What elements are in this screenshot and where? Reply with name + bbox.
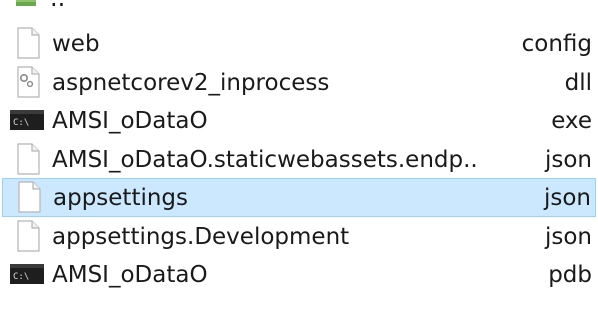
file-row-staticwebassets-json[interactable]: AMSI_oDataO.staticwebassets.endp.. json [0, 140, 598, 179]
file-extension: json [544, 146, 592, 173]
file-row-aspnetcorev2-dll[interactable]: aspnetcorev2_inprocess dll [0, 63, 598, 102]
file-row-amsi-odatao-exe[interactable]: C:\ AMSI_oDataO exe [0, 101, 598, 140]
file-extension: json [544, 223, 592, 250]
console-app-icon: C:\ [10, 264, 44, 284]
file-extension: json [543, 185, 591, 211]
file-extension: exe [551, 108, 592, 134]
file-name: aspnetcorev2_inprocess [52, 69, 330, 96]
document-icon [17, 142, 40, 175]
file-name: AMSI_oDataO.staticwebassets.endp.. [52, 146, 478, 173]
file-name: appsettings.Development [52, 223, 350, 250]
file-name: web [52, 31, 100, 57]
parent-directory-label: .. [50, 0, 65, 10]
folder-up-icon [16, 0, 36, 6]
file-extension: config [521, 31, 592, 57]
file-row-appsettings-development-json[interactable]: appsettings.Development json [0, 217, 598, 256]
file-extension: pdb [548, 262, 592, 288]
dll-gear-icon [17, 65, 40, 98]
file-extension: dll [564, 69, 592, 96]
svg-text:C:\: C:\ [13, 118, 29, 128]
file-name: appsettings [53, 185, 189, 211]
parent-directory-row[interactable]: .. [0, 0, 598, 20]
document-icon [17, 27, 40, 59]
svg-text:C:\: C:\ [13, 272, 29, 282]
file-row-web-config[interactable]: web config [0, 24, 598, 63]
file-name: AMSI_oDataO [52, 108, 208, 134]
file-list: web config aspnetcorev2_inprocess dll C:… [0, 24, 598, 294]
file-name: AMSI_oDataO [52, 262, 208, 288]
file-row-appsettings-json[interactable]: appsettings json [2, 178, 596, 217]
console-app-icon: C:\ [10, 110, 44, 130]
file-row-amsi-odatao-pdb[interactable]: C:\ AMSI_oDataO pdb [0, 255, 598, 294]
document-icon [18, 181, 41, 213]
document-icon [17, 219, 40, 252]
